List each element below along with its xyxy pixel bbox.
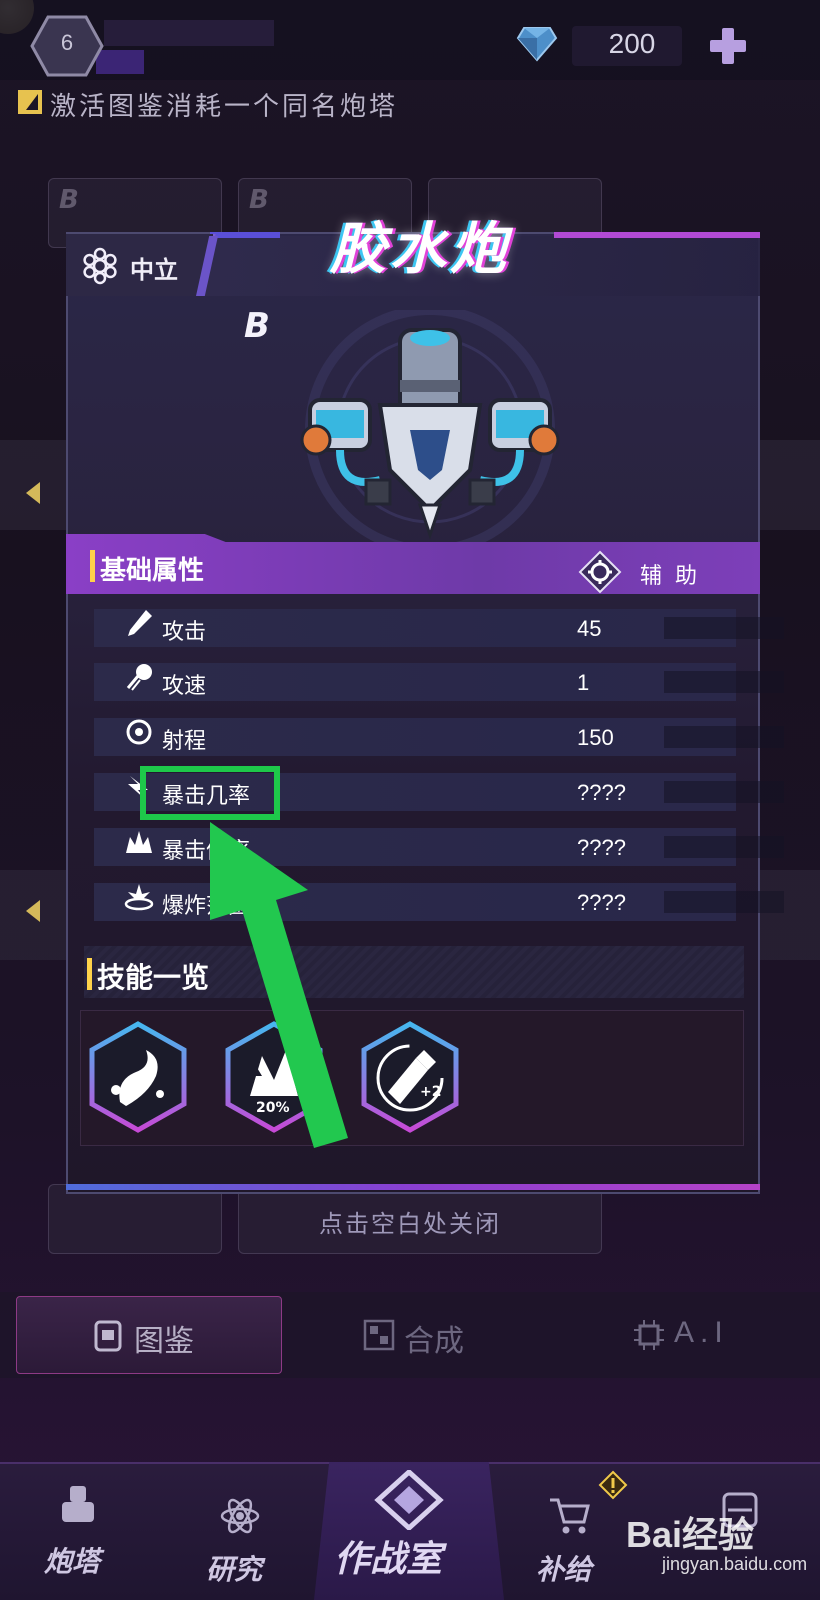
tab-codex-label: 图鉴 — [134, 1324, 194, 1359]
stat-bar — [664, 671, 784, 693]
stat-value: ???? — [577, 780, 626, 805]
tab-ai-label[interactable]: A.I — [674, 1316, 729, 1350]
chip-icon — [634, 1320, 664, 1350]
faction-neutral-icon — [80, 246, 120, 286]
left-arrow-icon[interactable] — [26, 900, 40, 922]
turret-name: 胶水炮 — [330, 217, 510, 282]
hint-icon — [18, 90, 42, 114]
watermark-logo: Bai经验 — [626, 1514, 755, 1555]
sword-icon — [124, 608, 154, 638]
modal-bottom-line — [66, 1184, 760, 1190]
nav-supply-label[interactable]: 补给 — [536, 1548, 592, 1588]
role-label: 辅 助 — [640, 564, 700, 589]
faction-label: 中立 — [130, 256, 178, 284]
attributes-title: 基础属性 — [100, 556, 205, 586]
stat-value: 1 — [577, 670, 590, 695]
stat-value: ???? — [577, 890, 626, 915]
section-accent-bar — [87, 958, 92, 990]
target-icon — [124, 717, 154, 747]
explosion-icon — [124, 882, 154, 912]
speed-icon — [124, 662, 154, 692]
cart-icon[interactable] — [548, 1494, 592, 1538]
tab-ai[interactable] — [632, 1318, 666, 1356]
stat-bar — [664, 726, 784, 748]
watermark-url: jingyan.baidu.com — [662, 1554, 808, 1574]
turret-nav-icon[interactable] — [56, 1482, 100, 1526]
diamond-icon — [516, 22, 558, 64]
section-accent-bar — [90, 550, 95, 582]
skill-badge: +2 — [420, 1084, 442, 1100]
stat-bar — [664, 891, 784, 913]
tab-merge-label[interactable]: 合成 — [404, 1316, 464, 1360]
codex-icon — [92, 1318, 124, 1358]
war-room-icon[interactable] — [374, 1468, 444, 1534]
stat-label: 攻速 — [162, 674, 207, 699]
left-arrow-icon[interactable] — [26, 482, 40, 504]
rank-badge: B — [244, 306, 270, 346]
bg-panel-right — [760, 870, 820, 960]
header-accent-line — [210, 232, 280, 238]
stat-value: ???? — [577, 835, 626, 860]
bg-card-rank: B — [249, 185, 269, 215]
tab-merge[interactable] — [362, 1318, 396, 1356]
hint-text: 激活图鉴消耗一个同名炮塔 — [50, 92, 399, 122]
plus-icon — [710, 28, 746, 64]
stat-bar — [664, 836, 784, 858]
stat-label: 射程 — [162, 729, 207, 754]
notice-icon — [598, 1470, 628, 1504]
xp-bar-track — [104, 20, 274, 46]
atom-icon[interactable] — [218, 1494, 262, 1538]
bg-card-rank: B — [59, 185, 79, 215]
stat-bar — [664, 781, 784, 803]
crit-damage-icon — [124, 827, 154, 857]
header-accent-line — [554, 232, 760, 238]
glue-splash-icon[interactable] — [86, 1020, 190, 1134]
merge-icon — [363, 1319, 395, 1351]
pointer-arrow-icon — [180, 820, 360, 1150]
stat-value: 45 — [577, 616, 602, 641]
nav-war-room-label[interactable]: 作战室 — [334, 1530, 442, 1582]
support-gear-icon — [578, 550, 622, 594]
highlight-box — [140, 766, 280, 820]
add-gem-button[interactable] — [708, 26, 748, 66]
level-number: 6 — [60, 30, 74, 55]
turret-illustration — [270, 305, 590, 555]
stat-bar — [664, 617, 784, 639]
stat-label: 攻击 — [162, 620, 207, 645]
gem-count: 200 — [608, 28, 656, 59]
bg-panel-right — [760, 440, 820, 530]
stat-value: 150 — [577, 725, 614, 750]
nav-research-label[interactable]: 研究 — [206, 1548, 262, 1588]
glue-bottle-icon[interactable]: +2 — [358, 1020, 462, 1134]
close-hint[interactable]: 点击空白处关闭 — [0, 1204, 820, 1239]
nav-turret-label[interactable]: 炮塔 — [44, 1540, 100, 1580]
